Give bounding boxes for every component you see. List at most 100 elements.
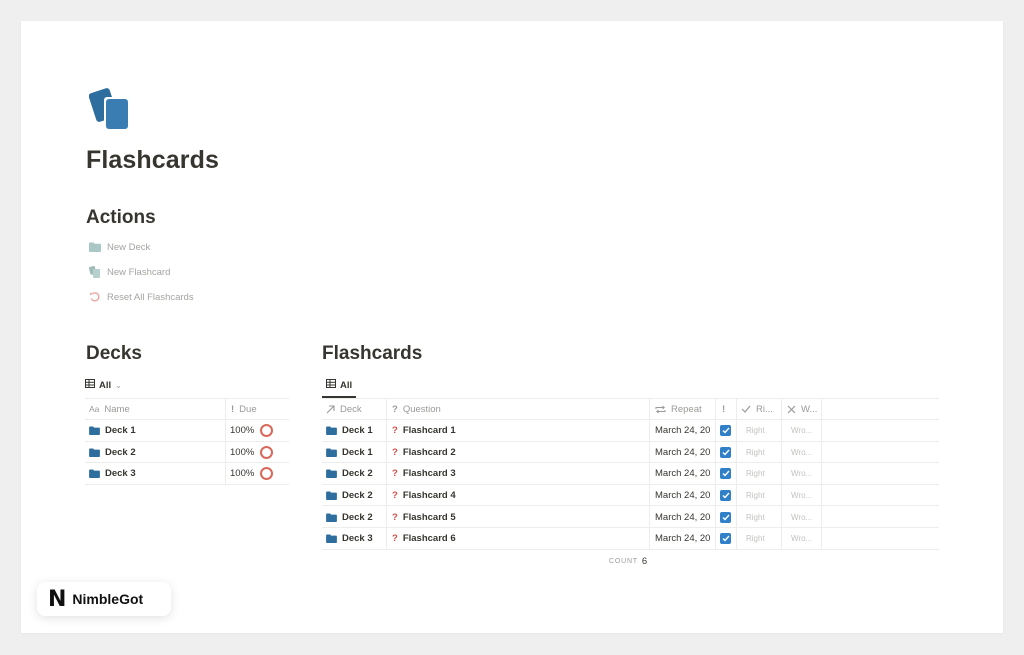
flashcard-right-button[interactable]: Right bbox=[746, 466, 765, 480]
flashcard-wrong-button[interactable]: Wro... bbox=[791, 488, 812, 502]
decks-divider bbox=[85, 462, 289, 463]
repeat-icon bbox=[655, 405, 666, 414]
flashcard-right-button[interactable]: Right bbox=[746, 423, 765, 437]
new-deck-button[interactable]: New Deck bbox=[89, 237, 150, 257]
flashcard-repeat-cell[interactable]: March 24, 20 bbox=[655, 423, 714, 437]
folder-icon bbox=[89, 241, 101, 253]
decks-column-divider bbox=[225, 398, 226, 485]
row-count: COUNT 6 bbox=[609, 556, 648, 567]
deck-row-due: 100% bbox=[230, 423, 274, 437]
flashcards-column-divider bbox=[736, 398, 737, 550]
flashcards-divider bbox=[322, 505, 939, 506]
flashcard-wrong-button[interactable]: Wro... bbox=[791, 445, 812, 459]
folder-icon bbox=[89, 447, 100, 457]
close-icon bbox=[787, 405, 796, 414]
flashcard-important-checkbox[interactable] bbox=[720, 511, 731, 524]
decks-heading: Decks bbox=[86, 343, 142, 364]
flashcards-column-divider bbox=[649, 398, 650, 550]
flashcards-divider bbox=[322, 462, 939, 463]
flashcards-column-wrong[interactable]: W... bbox=[787, 402, 817, 416]
decks-divider bbox=[85, 484, 289, 485]
new-deck-label: New Deck bbox=[107, 241, 151, 253]
flashcard-question-cell[interactable]: ? Flashcard 1 bbox=[392, 423, 456, 437]
decks-view-label: All bbox=[99, 379, 112, 391]
flashcard-wrong-button[interactable]: Wro... bbox=[791, 531, 812, 545]
flashcard-wrong-button[interactable]: Wro... bbox=[791, 466, 812, 480]
flashcards-column-repeat[interactable]: Repeat bbox=[655, 402, 702, 416]
question-icon: ? bbox=[392, 403, 398, 415]
flashcards-column-divider bbox=[821, 398, 822, 550]
checkbox-checked-icon bbox=[720, 447, 731, 458]
relation-arrow-icon bbox=[326, 404, 335, 414]
folder-icon bbox=[326, 447, 337, 457]
cards-icon bbox=[89, 266, 101, 278]
folder-icon bbox=[326, 533, 337, 543]
flashcard-important-checkbox[interactable] bbox=[720, 532, 731, 545]
flashcard-deck-cell[interactable]: Deck 1 bbox=[326, 445, 373, 459]
brand-name: NimbleGot bbox=[72, 591, 144, 607]
flashcards-column-important[interactable]: ! bbox=[722, 402, 725, 416]
checkbox-checked-icon bbox=[720, 468, 731, 479]
brand-logo: N bbox=[48, 586, 67, 612]
text-property-icon: Aa bbox=[89, 404, 100, 414]
deck-row-due: 100% bbox=[230, 445, 274, 459]
flashcard-repeat-cell[interactable]: March 24, 20 bbox=[655, 488, 714, 502]
flashcard-question-cell[interactable]: ? Flashcard 3 bbox=[392, 466, 456, 480]
flashcard-wrong-button[interactable]: Wro... bbox=[791, 510, 812, 524]
decks-column-name[interactable]: Aa Name bbox=[89, 402, 130, 416]
reset-all-flashcards-button[interactable]: Reset All Flashcards bbox=[89, 287, 194, 307]
decks-divider bbox=[85, 441, 289, 442]
flashcard-deck-cell[interactable]: Deck 1 bbox=[326, 423, 373, 437]
reset-icon bbox=[89, 291, 101, 303]
decks-divider bbox=[85, 398, 289, 399]
flashcard-repeat-cell[interactable]: March 24, 20 bbox=[655, 445, 714, 459]
flashcard-deck-cell[interactable]: Deck 2 bbox=[326, 466, 373, 480]
deck-row-due: 100% bbox=[230, 466, 274, 480]
flashcard-repeat-cell[interactable]: March 24, 20 bbox=[655, 510, 714, 524]
check-icon bbox=[741, 405, 751, 413]
flashcard-important-checkbox[interactable] bbox=[720, 467, 731, 480]
flashcard-important-checkbox[interactable] bbox=[720, 446, 731, 459]
flashcard-deck-cell[interactable]: Deck 2 bbox=[326, 510, 373, 524]
question-mark-icon: ? bbox=[392, 532, 398, 544]
flashcards-heading: Flashcards bbox=[322, 343, 423, 364]
flashcard-wrong-button[interactable]: Wro... bbox=[791, 423, 812, 437]
flashcards-divider bbox=[322, 549, 939, 550]
folder-icon bbox=[326, 512, 337, 522]
deck-row-name[interactable]: Deck 1 bbox=[89, 423, 136, 437]
flashcards-view-label: All bbox=[340, 379, 353, 391]
actions-heading: Actions bbox=[86, 207, 156, 228]
progress-ring-icon bbox=[260, 445, 274, 459]
flashcard-question-cell[interactable]: ? Flashcard 5 bbox=[392, 510, 456, 524]
page-title: Flashcards bbox=[86, 146, 220, 174]
flashcard-right-button[interactable]: Right bbox=[746, 445, 765, 459]
deck-row-name[interactable]: Deck 3 bbox=[89, 466, 136, 480]
flashcards-column-divider bbox=[781, 398, 782, 550]
flashcard-deck-cell[interactable]: Deck 3 bbox=[326, 531, 373, 545]
flashcard-important-checkbox[interactable] bbox=[720, 489, 731, 502]
flashcard-right-button[interactable]: Right bbox=[746, 488, 765, 502]
decks-column-due[interactable]: ! Due bbox=[231, 402, 257, 416]
flashcard-question-cell[interactable]: ? Flashcard 4 bbox=[392, 488, 456, 502]
flashcard-question-cell[interactable]: ? Flashcard 6 bbox=[392, 531, 456, 545]
flashcards-view-tab-all[interactable]: All bbox=[326, 379, 352, 391]
flashcards-column-right[interactable]: Ri... bbox=[741, 402, 773, 416]
decks-view-tab-all[interactable]: All ⌄ bbox=[85, 379, 122, 391]
folder-icon bbox=[89, 425, 100, 435]
flashcard-repeat-cell[interactable]: March 24, 20 bbox=[655, 531, 714, 545]
new-flashcard-button[interactable]: New Flashcard bbox=[89, 262, 170, 282]
table-icon bbox=[326, 379, 336, 391]
flashcard-question-cell[interactable]: ? Flashcard 2 bbox=[392, 445, 456, 459]
flashcards-divider bbox=[322, 527, 939, 528]
flashcard-right-button[interactable]: Right bbox=[746, 510, 765, 524]
flashcards-divider bbox=[322, 419, 939, 420]
progress-ring-icon bbox=[260, 423, 274, 437]
flashcard-important-checkbox[interactable] bbox=[720, 424, 731, 437]
flashcard-right-button[interactable]: Right bbox=[746, 531, 765, 545]
flashcards-column-deck[interactable]: Deck bbox=[326, 402, 362, 416]
flashcard-deck-cell[interactable]: Deck 2 bbox=[326, 488, 373, 502]
deck-row-name[interactable]: Deck 2 bbox=[89, 445, 136, 459]
flashcards-column-question[interactable]: ? Question bbox=[392, 402, 441, 416]
reset-all-flashcards-label: Reset All Flashcards bbox=[107, 291, 194, 303]
flashcard-repeat-cell[interactable]: March 24, 20 bbox=[655, 466, 714, 480]
